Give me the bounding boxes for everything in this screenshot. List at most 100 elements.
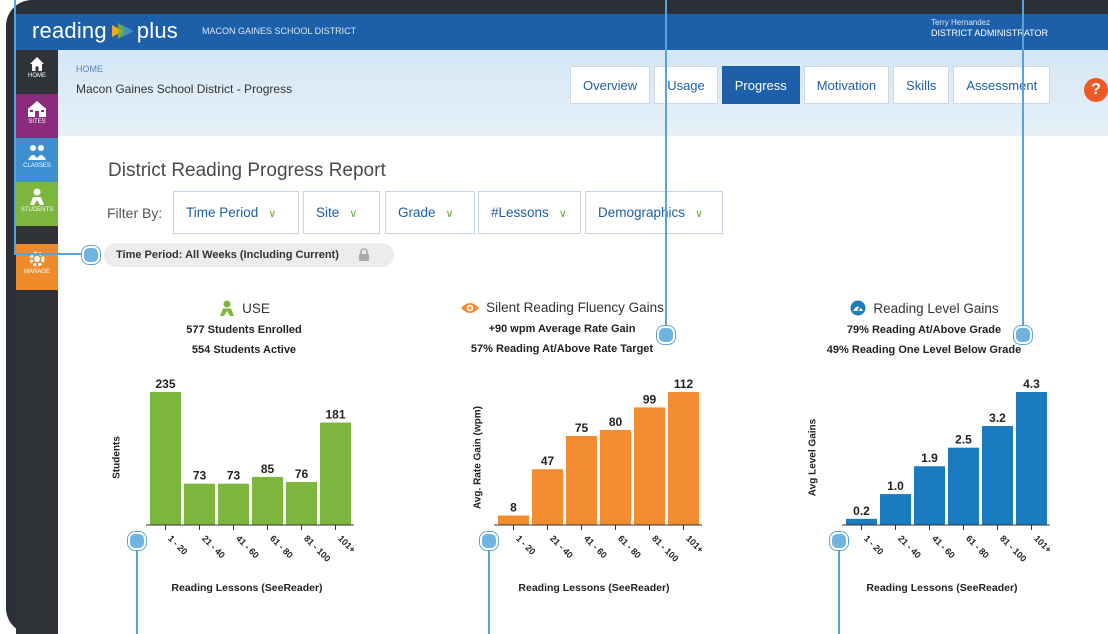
bar [498, 515, 529, 525]
tab-progress[interactable]: Progress [721, 66, 800, 104]
tab-usage[interactable]: Usage [654, 66, 718, 104]
tick-label: 61 - 80 [268, 533, 295, 560]
tab-motivation[interactable]: Motivation [803, 66, 890, 104]
filter-grade[interactable]: Grade ∨ [385, 191, 475, 234]
data-label: 235 [155, 377, 175, 391]
data-label: 73 [193, 469, 207, 483]
user-name: Terry Hernandez [930, 18, 991, 27]
time-period-text: Time Period: All Weeks (Including Curren… [116, 249, 339, 261]
user-menu[interactable]: Terry Hernandez DISTRICT ADMINISTRATOR [931, 18, 1048, 38]
filter-label: Filter By: [107, 205, 163, 221]
time-period-pill: Time Period: All Weeks (Including Curren… [104, 243, 394, 267]
callout-dot [128, 532, 146, 550]
student-icon [30, 188, 44, 205]
data-label: 80 [609, 415, 623, 429]
bar [914, 466, 945, 525]
callout-line [838, 540, 840, 634]
data-label: 85 [261, 462, 275, 476]
data-label: 4.3 [1023, 377, 1040, 391]
nav-item-sites[interactable]: SITES [16, 94, 58, 138]
page-header: HOME Macon Gaines School District - Prog… [58, 50, 1108, 136]
data-label: 99 [643, 392, 657, 406]
section-title: Reading Level Gains [873, 301, 999, 316]
callout-line [136, 540, 138, 634]
data-label: 3.2 [989, 411, 1006, 425]
callout-line [1022, 0, 1024, 326]
y-axis-label: Avg. Rate Gain (wpm) [472, 406, 484, 509]
logo-text-2: plus [136, 18, 178, 43]
bar [634, 407, 665, 525]
chevron-down-icon: ∨ [558, 208, 567, 220]
tick-label: 1 - 20 [862, 533, 885, 556]
filter-label-text: Grade [398, 205, 436, 220]
nav-item-home[interactable]: HOME [16, 50, 58, 94]
tick-label: 81 - 100 [998, 533, 1028, 563]
nav-item-manage[interactable]: MANAGE [16, 244, 58, 290]
x-axis-label: Reading Lessons (SeeReader) [866, 582, 1018, 594]
filter-label-text: Demographics [598, 205, 686, 220]
callout-dot [480, 532, 498, 550]
filter-lessons[interactable]: #Lessons ∨ [478, 191, 581, 234]
bar [566, 435, 597, 525]
student-icon [220, 300, 235, 316]
chevron-down-icon: ∨ [268, 208, 277, 220]
district-name: MACON GAINES SCHOOL DISTRICT [202, 26, 357, 36]
filter-label-text: Site [316, 205, 340, 220]
bar [846, 518, 877, 525]
eye-icon [461, 303, 480, 313]
lock-icon [359, 248, 369, 261]
bar [948, 447, 979, 525]
data-label: 0.2 [853, 504, 870, 518]
x-axis-label: Reading Lessons (SeeReader) [518, 582, 670, 594]
help-button[interactable]: ? [1084, 78, 1108, 102]
chevron-down-icon: ∨ [349, 208, 358, 220]
bar [982, 426, 1013, 525]
callout-dot [1014, 326, 1032, 344]
page-title: Macon Gaines School District - Progress [76, 82, 293, 96]
data-label: 1.9 [921, 451, 938, 465]
callout-dot [830, 532, 848, 550]
section-heading: Silent Reading Fluency Gains [412, 300, 712, 315]
chevron-down-icon: ∨ [445, 208, 454, 220]
app-logo[interactable]: reading plus [32, 18, 178, 44]
nav-label: SITES [28, 119, 46, 125]
filter-time-period[interactable]: Time Period ∨ [173, 191, 299, 234]
data-label: 47 [541, 454, 555, 468]
nav-label: MANAGE [23, 269, 50, 275]
section-heading: USE [94, 300, 394, 316]
tick-label: 61 - 80 [964, 533, 991, 560]
filter-demographics[interactable]: Demographics ∨ [585, 191, 723, 234]
tick-label: 81 - 100 [650, 533, 680, 563]
data-label: 2.5 [955, 433, 972, 447]
logo-mark-icon [111, 23, 134, 39]
bar [668, 392, 699, 525]
tick-label: 21 - 40 [200, 533, 227, 560]
tick-label: 101+ [684, 533, 705, 554]
filter-label-text: Time Period [186, 205, 259, 220]
bar [286, 481, 317, 525]
nav-item-students[interactable]: STUDENTS [16, 182, 58, 226]
home-icon [30, 57, 44, 71]
user-role: DISTRICT ADMINISTRATOR [930, 28, 1048, 38]
tab-assessment[interactable]: Assessment [953, 66, 1051, 104]
fluency-chart: 8 1 - 20 47 21 - 40 75 41 - 60 80 61 - 80 99 81 -… [494, 377, 705, 564]
data-label: 76 [295, 467, 309, 481]
callout-dot [657, 326, 675, 344]
section-stat: 554 Students Active [191, 344, 297, 356]
filter-site[interactable]: Site ∨ [303, 191, 380, 234]
bar [880, 494, 911, 525]
breadcrumb[interactable]: HOME [76, 64, 103, 74]
nav-item-classes[interactable]: CLASSES [16, 138, 58, 182]
tick-label: 1 - 20 [514, 533, 537, 556]
top-bar: reading plus MACON GAINES SCHOOL DISTRICT… [16, 14, 1108, 50]
data-label: 75 [575, 421, 589, 435]
section-heading: Reading Level Gains [774, 300, 1074, 316]
data-label: 8 [510, 501, 517, 515]
school-icon [28, 101, 46, 117]
use-section: USE 577 Students Enrolled 554 Students A… [94, 300, 394, 356]
tab-overview[interactable]: Overview [570, 66, 651, 104]
tab-skills[interactable]: Skills [893, 66, 950, 104]
y-axis-label: Students [111, 436, 123, 479]
logo-text: reading [32, 18, 107, 43]
filter-label-text: #Lessons [491, 205, 549, 220]
